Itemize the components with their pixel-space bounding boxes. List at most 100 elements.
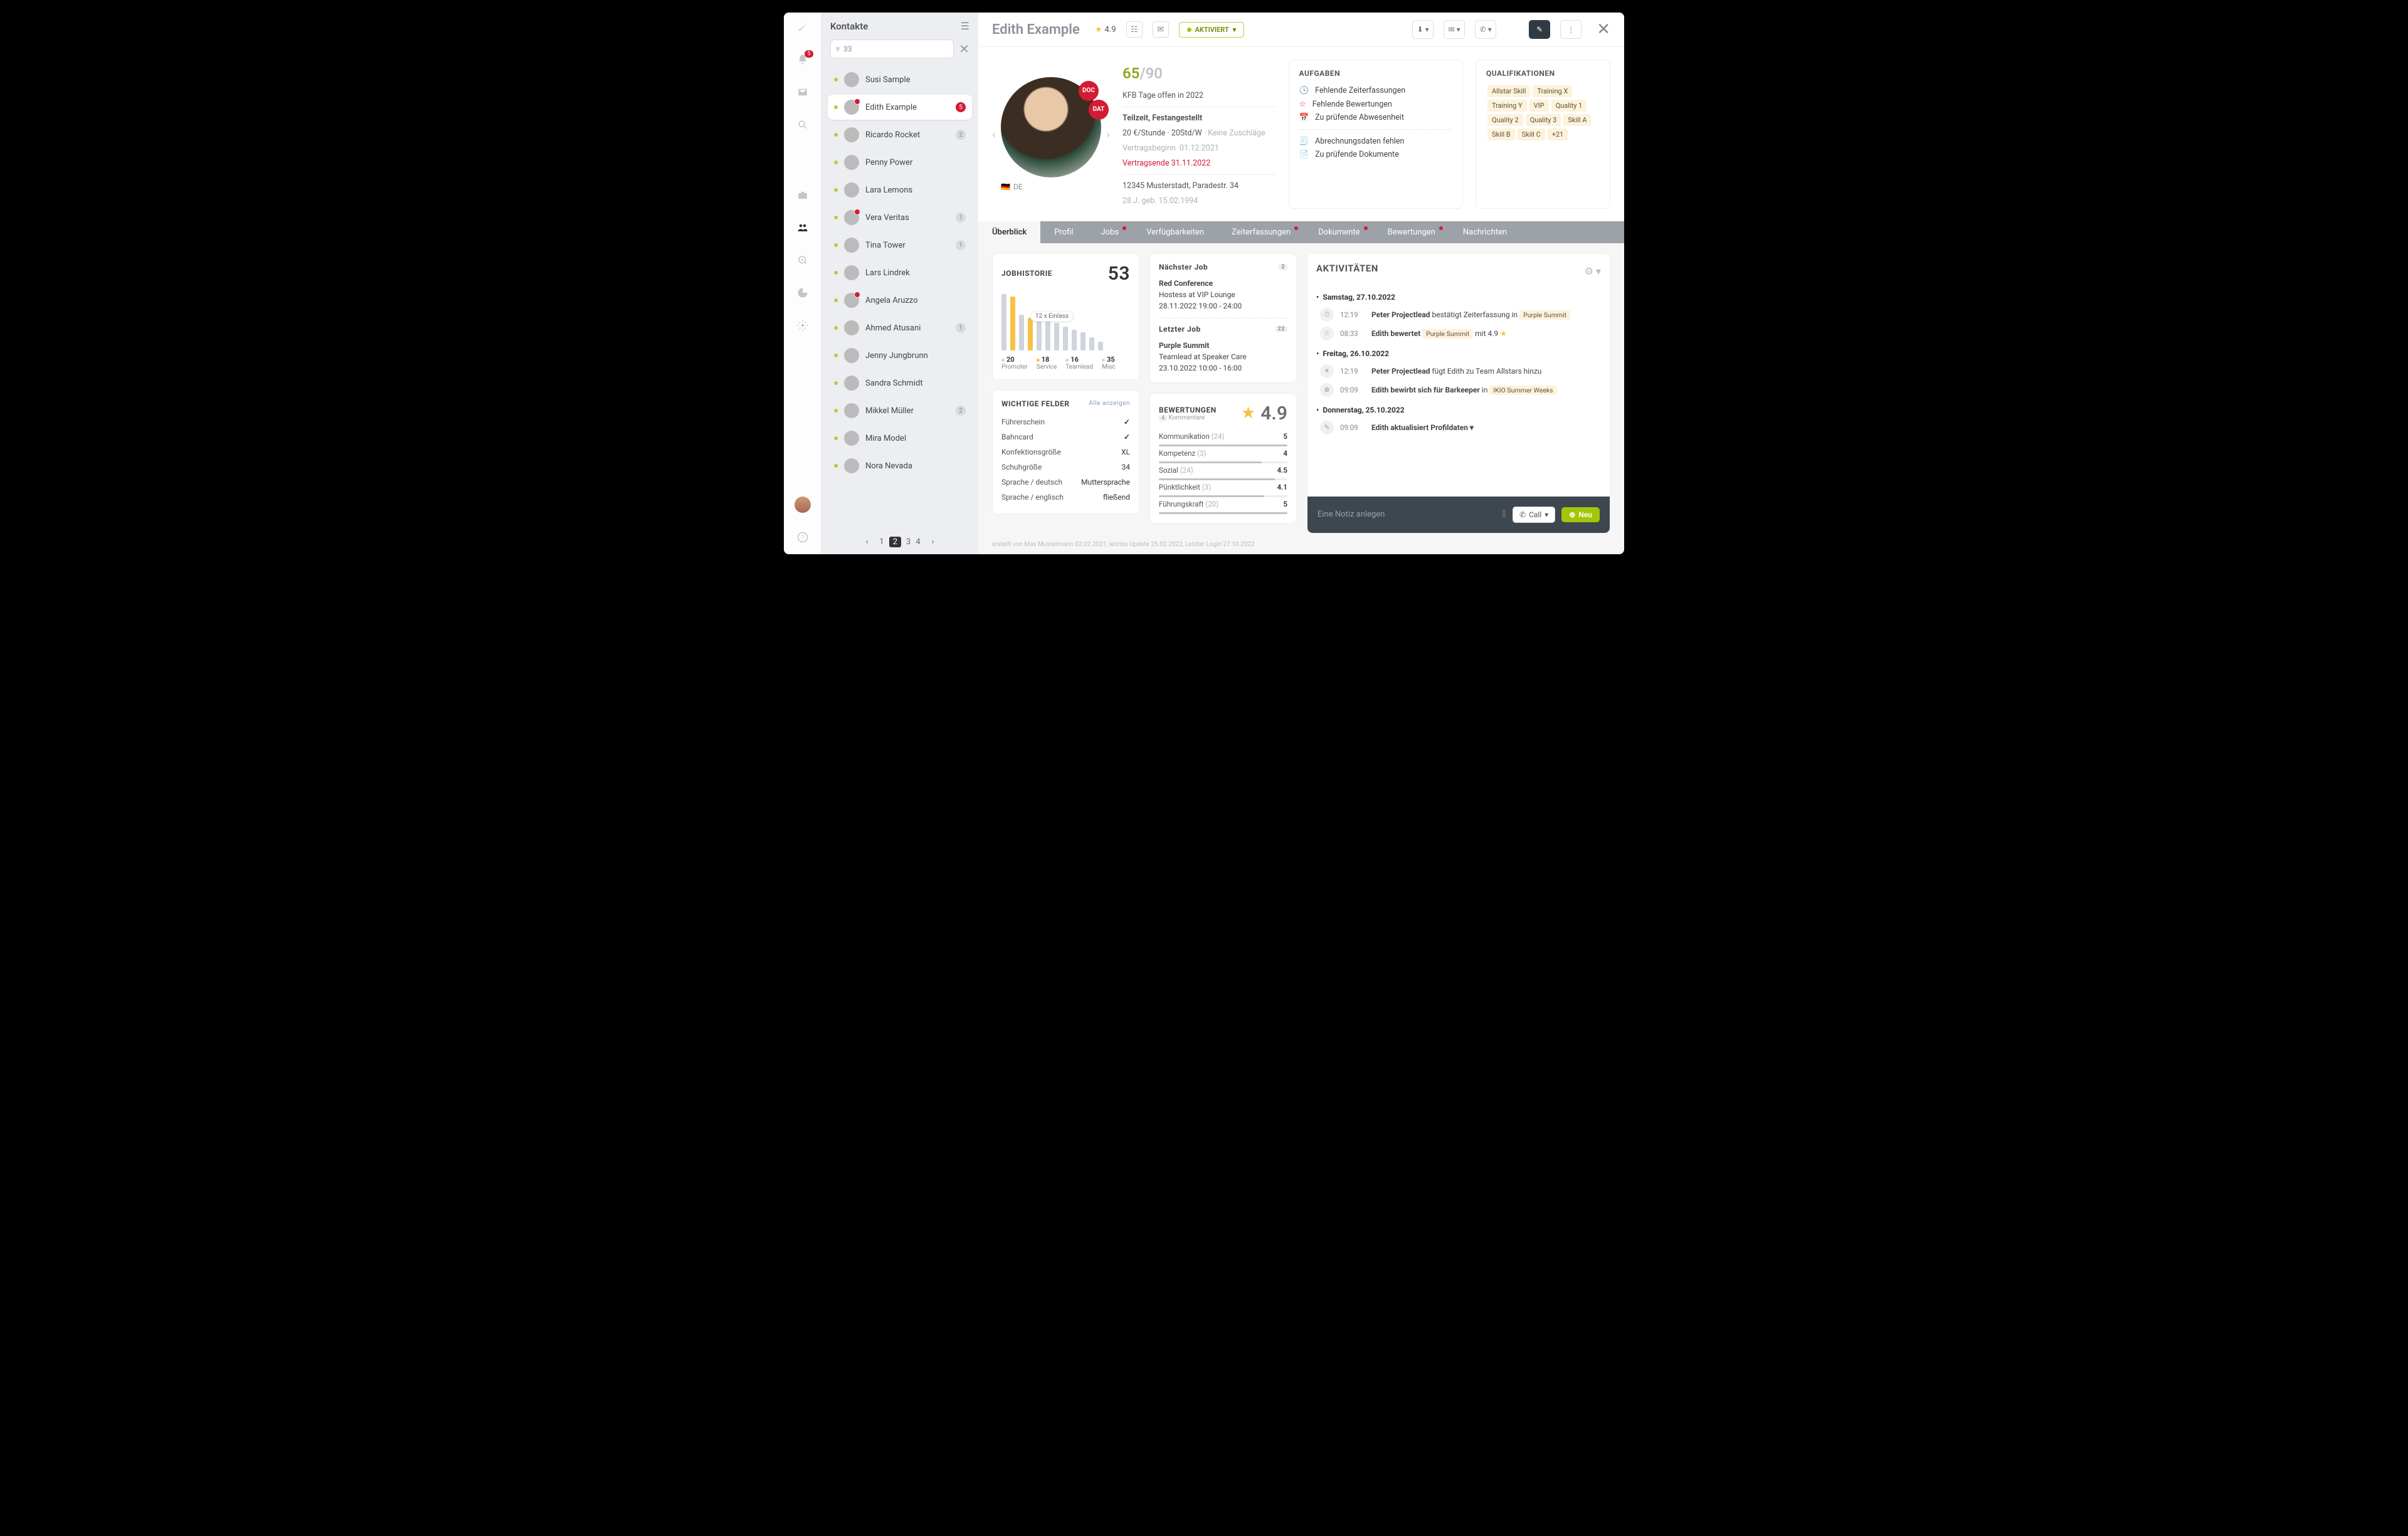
contact-row[interactable]: Angela Aruzzo: [828, 288, 972, 313]
next-person-icon[interactable]: ›: [1106, 127, 1110, 142]
qualification-tag[interactable]: +21: [1548, 129, 1568, 140]
contact-row[interactable]: Sandra Schmidt: [828, 371, 972, 396]
pager-page[interactable]: 1: [879, 537, 884, 547]
review-row: Führungskraft (20)5: [1159, 497, 1287, 514]
tab-bewertungen[interactable]: Bewertungen: [1374, 221, 1449, 243]
qualification-tag[interactable]: Skill A: [1563, 114, 1591, 126]
qualification-tag[interactable]: Skill C: [1518, 129, 1545, 140]
close-icon[interactable]: ✕: [1597, 20, 1610, 39]
pager-prev[interactable]: ‹: [865, 537, 868, 547]
avatar: [844, 403, 859, 418]
contact-row[interactable]: Vera Veritas1: [828, 205, 972, 230]
pager-page[interactable]: 3: [906, 537, 911, 547]
tab-zeiterfassungen[interactable]: Zeiterfassungen: [1218, 221, 1304, 243]
tab-überblick[interactable]: Überblick: [978, 221, 1040, 243]
bar: [1001, 294, 1006, 350]
chart-tooltip: 12 x Einlass: [1030, 311, 1074, 322]
contact-row[interactable]: Mikkel Müller2: [828, 398, 972, 423]
task-row[interactable]: 📄Zu prüfende Dokumente: [1299, 148, 1452, 161]
task-row[interactable]: 📅Zu prüfende Abwesenheit: [1299, 111, 1452, 124]
activity-chip[interactable]: Purple Summit: [1519, 310, 1570, 320]
tab-verfügbarkeiten[interactable]: Verfügbarkeiten: [1133, 221, 1218, 243]
contact-row[interactable]: Jenny Jungbrunn: [828, 343, 972, 368]
mail-icon[interactable]: ✉: [1153, 21, 1169, 38]
rail-briefcase-icon[interactable]: [797, 189, 808, 203]
contact-row[interactable]: Edith Example5: [828, 95, 972, 120]
note-input[interactable]: [1318, 510, 1496, 519]
status-dot: [834, 271, 838, 275]
doc-icon: 📄: [1299, 150, 1309, 159]
qualification-tag[interactable]: Allstar Skill: [1487, 85, 1530, 97]
sidebar-menu-icon[interactable]: ☰: [961, 20, 969, 32]
rail-people-icon[interactable]: [797, 222, 808, 236]
show-all-link[interactable]: Alle anzeigen: [1089, 400, 1130, 407]
pager-next[interactable]: ›: [932, 537, 934, 547]
avatar: [844, 238, 859, 253]
rail-settings-icon[interactable]: [797, 320, 808, 334]
rail-search-icon[interactable]: [797, 119, 808, 133]
tab-nachrichten[interactable]: Nachrichten: [1449, 221, 1521, 243]
tab-profil[interactable]: Profil: [1040, 221, 1087, 243]
pager-page[interactable]: 4: [916, 537, 920, 547]
status-dot: [834, 216, 838, 219]
quals-title: QUALIFIKATIONEN: [1486, 69, 1600, 78]
activity-icon: ⏱: [1320, 308, 1334, 322]
contact-row[interactable]: Ahmed Atusani1: [828, 315, 972, 340]
call-note-button[interactable]: ✆ Call ▾: [1513, 507, 1555, 523]
qualification-tag[interactable]: Quality 3: [1526, 114, 1561, 126]
filter-button[interactable]: ▿ 33: [830, 39, 954, 58]
activity-icon: ⊕: [1320, 383, 1334, 397]
activity-time: 12:19: [1340, 310, 1365, 319]
qualification-tag[interactable]: VIP: [1529, 100, 1549, 112]
rail-notifications[interactable]: 5: [797, 54, 808, 68]
rail-help-icon[interactable]: ?: [797, 532, 808, 545]
profile-photo: DOC DAT: [1001, 77, 1101, 177]
status-dot: [834, 243, 838, 247]
call-button[interactable]: ✆ ▾: [1475, 20, 1496, 39]
activity-chip[interactable]: Purple Summit: [1422, 329, 1473, 339]
rail-chart-icon[interactable]: [797, 287, 808, 301]
contact-row[interactable]: Nora Nevada: [828, 453, 972, 478]
qualification-tag[interactable]: Quality 1: [1551, 100, 1587, 112]
field-row: Führerschein✓: [1001, 414, 1130, 429]
status-pill[interactable]: AKTIVIERT ▾: [1179, 22, 1245, 38]
contact-row[interactable]: Lars Lindrek: [828, 260, 972, 285]
task-row[interactable]: ☆Fehlende Bewertungen: [1299, 97, 1452, 111]
qualification-tag[interactable]: Training Y: [1487, 100, 1527, 112]
edit-button[interactable]: ✎: [1529, 20, 1550, 39]
contact-row[interactable]: Mira Model: [828, 426, 972, 451]
contact-row[interactable]: Susi Sample: [828, 67, 972, 92]
rail-user-avatar[interactable]: [795, 497, 811, 513]
prev-person-icon[interactable]: ‹: [992, 127, 996, 142]
filter-count: 33: [843, 45, 852, 53]
calendar-user-icon[interactable]: ☷: [1126, 21, 1143, 38]
qualification-tag[interactable]: Quality 2: [1487, 114, 1523, 126]
activity-chip[interactable]: IKIO Summer Weeks: [1489, 386, 1556, 395]
send-mail-button[interactable]: ✉ ▾: [1444, 20, 1465, 39]
rail-mail-icon[interactable]: [797, 87, 808, 100]
clear-filter-icon[interactable]: ✕: [959, 41, 969, 56]
contact-row[interactable]: Tina Tower1: [828, 233, 972, 258]
contact-name: Angela Aruzzo: [865, 296, 966, 305]
new-note-button[interactable]: ⊕ Neu: [1561, 507, 1600, 522]
activities-settings-icon[interactable]: ⚙ ▾: [1585, 265, 1601, 277]
qualification-tag[interactable]: Skill B: [1487, 129, 1515, 140]
contact-row[interactable]: Lara Lemons: [828, 177, 972, 203]
download-button[interactable]: ⬇ ▾: [1412, 20, 1434, 39]
pager-page[interactable]: 2: [889, 537, 901, 547]
field-row: KonfektionsgrößeXL: [1001, 444, 1130, 460]
rail-target-icon[interactable]: [797, 255, 808, 268]
qualification-tag[interactable]: Training X: [1533, 85, 1572, 97]
task-row[interactable]: 🕓Fehlende Zeiterfassungen: [1299, 84, 1452, 97]
task-row[interactable]: 🧾Abrechnungsdaten fehlen: [1299, 135, 1452, 148]
contact-row[interactable]: Penny Power: [828, 150, 972, 175]
pager: ‹ 1234 ›: [821, 530, 978, 554]
activity-row: ☆08:33Edith bewertet Purple Summit mit 4…: [1316, 324, 1601, 343]
app-window: 5 ? Kontakte ☰ ▿ 33 ✕ Susi SampleEdith E…: [784, 13, 1624, 554]
tab-jobs[interactable]: Jobs: [1087, 221, 1133, 243]
field-row: Bahncard✓: [1001, 429, 1130, 444]
contact-row[interactable]: Ricardo Rocket2: [828, 122, 972, 147]
tab-dokumente[interactable]: Dokumente: [1304, 221, 1373, 243]
dat-badge: DAT: [1089, 100, 1109, 120]
more-button[interactable]: ⋮: [1560, 20, 1582, 39]
